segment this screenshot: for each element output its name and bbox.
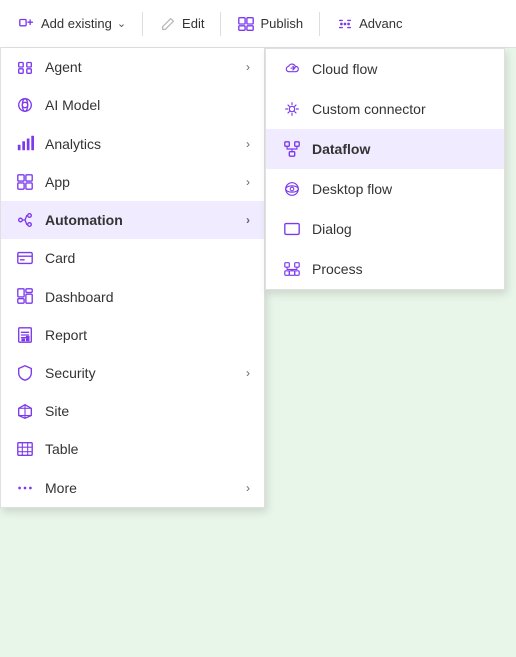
automation-submenu: Cloud flow Custom connector Dataflow bbox=[265, 48, 505, 290]
menu-item-agent[interactable]: Agent › bbox=[1, 48, 264, 86]
card-icon bbox=[15, 249, 35, 267]
report-icon bbox=[15, 326, 35, 344]
edit-button[interactable]: Edit bbox=[149, 8, 214, 38]
more-icon bbox=[15, 479, 35, 497]
desktop-flow-label: Desktop flow bbox=[312, 181, 488, 197]
analytics-label: Analytics bbox=[45, 136, 236, 152]
process-label: Process bbox=[312, 261, 488, 277]
site-label: Site bbox=[45, 403, 250, 419]
add-existing-chevron: ⌄ bbox=[117, 17, 126, 30]
dashboard-label: Dashboard bbox=[45, 289, 250, 305]
publish-icon bbox=[237, 14, 255, 32]
dialog-icon bbox=[282, 220, 302, 238]
menu-item-more[interactable]: More › bbox=[1, 469, 264, 507]
cloud-flow-icon bbox=[282, 60, 302, 78]
security-icon bbox=[15, 364, 35, 382]
menu-item-report[interactable]: Report bbox=[1, 316, 264, 354]
menu-item-dashboard[interactable]: Dashboard bbox=[1, 277, 264, 315]
submenu-item-desktop-flow[interactable]: Desktop flow bbox=[266, 169, 504, 209]
menu-item-table[interactable]: Table bbox=[1, 430, 264, 468]
add-existing-label: Add existing bbox=[41, 16, 112, 31]
publish-button[interactable]: Publish bbox=[227, 8, 313, 38]
advanced-button[interactable]: Advanc bbox=[326, 8, 412, 38]
advanced-label: Advanc bbox=[359, 16, 402, 31]
submenu-item-dialog[interactable]: Dialog bbox=[266, 209, 504, 249]
submenu-item-process[interactable]: Process bbox=[266, 249, 504, 289]
ai-model-icon bbox=[15, 96, 35, 114]
separator-2 bbox=[220, 12, 221, 36]
dialog-label: Dialog bbox=[312, 221, 488, 237]
edit-label: Edit bbox=[182, 16, 204, 31]
menu-item-automation[interactable]: Automation › bbox=[1, 201, 264, 239]
security-label: Security bbox=[45, 365, 236, 381]
edit-icon bbox=[159, 14, 177, 32]
more-label: More bbox=[45, 480, 236, 496]
publish-label: Publish bbox=[260, 16, 303, 31]
dataflow-label: Dataflow bbox=[312, 141, 488, 157]
dataflow-icon bbox=[282, 140, 302, 158]
menu-item-card[interactable]: Card bbox=[1, 239, 264, 277]
table-label: Table bbox=[45, 441, 250, 457]
app-label: App bbox=[45, 174, 236, 190]
separator-3 bbox=[319, 12, 320, 36]
desktop-flow-icon bbox=[282, 180, 302, 198]
dashboard-icon bbox=[15, 287, 35, 305]
agent-icon bbox=[15, 58, 35, 76]
table-icon bbox=[15, 440, 35, 458]
report-label: Report bbox=[45, 327, 250, 343]
automation-chevron: › bbox=[246, 213, 250, 227]
submenu-item-custom-connector[interactable]: Custom connector bbox=[266, 89, 504, 129]
app-icon bbox=[15, 173, 35, 191]
automation-icon bbox=[15, 211, 35, 229]
primary-dropdown-menu: Agent › AI Model Analytics › bbox=[0, 48, 265, 508]
custom-connector-icon bbox=[282, 100, 302, 118]
process-icon bbox=[282, 260, 302, 278]
card-label: Card bbox=[45, 250, 250, 266]
automation-label: Automation bbox=[45, 212, 236, 228]
menu-item-ai-model[interactable]: AI Model bbox=[1, 86, 264, 124]
app-chevron: › bbox=[246, 175, 250, 189]
toolbar: Add existing ⌄ Edit Publish bbox=[0, 0, 516, 48]
separator-1 bbox=[142, 12, 143, 36]
security-chevron: › bbox=[246, 366, 250, 380]
more-chevron: › bbox=[246, 481, 250, 495]
menu-item-security[interactable]: Security › bbox=[1, 354, 264, 392]
site-icon bbox=[15, 402, 35, 420]
add-existing-icon bbox=[18, 14, 36, 32]
submenu-item-cloud-flow[interactable]: Cloud flow bbox=[266, 49, 504, 89]
menu-item-app[interactable]: App › bbox=[1, 163, 264, 201]
menu-item-site[interactable]: Site bbox=[1, 392, 264, 430]
analytics-chevron: › bbox=[246, 137, 250, 151]
add-existing-button[interactable]: Add existing ⌄ bbox=[8, 8, 136, 38]
agent-label: Agent bbox=[45, 59, 236, 75]
analytics-icon bbox=[15, 134, 35, 152]
custom-connector-label: Custom connector bbox=[312, 101, 488, 117]
agent-chevron: › bbox=[246, 60, 250, 74]
ai-model-label: AI Model bbox=[45, 97, 250, 113]
cloud-flow-label: Cloud flow bbox=[312, 61, 488, 77]
menu-item-analytics[interactable]: Analytics › bbox=[1, 124, 264, 162]
submenu-item-dataflow[interactable]: Dataflow bbox=[266, 129, 504, 169]
advanced-icon bbox=[336, 14, 354, 32]
